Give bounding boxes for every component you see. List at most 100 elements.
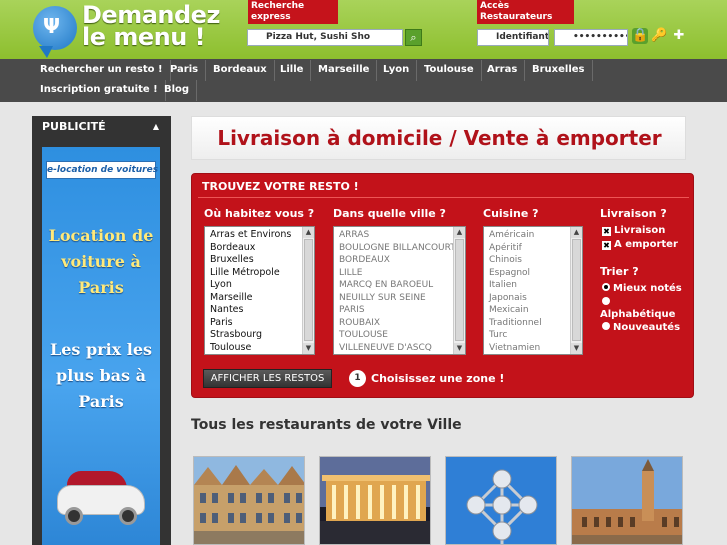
list-item[interactable]: Apéritif: [484, 242, 582, 255]
restaurateur-access-label: Accès Restaurateurs: [477, 0, 574, 24]
nav-item-toulouse[interactable]: Toulouse: [417, 60, 482, 81]
sort-new-label: Nouveautés: [613, 322, 681, 333]
list-item[interactable]: BOULOGNE BILLANCOURT: [334, 242, 465, 255]
section-title: Tous les restaurants de votre Ville: [191, 417, 462, 433]
sort-best-radio[interactable]: Mieux notés: [602, 283, 682, 294]
ad-banner[interactable]: e-location de voitures Location de voitu…: [42, 147, 160, 545]
sidebar-ad-header[interactable]: PUBLICITÉ ▲: [32, 116, 171, 138]
ad-subline: Les prix les plus bas à Paris: [49, 340, 153, 411]
list-item[interactable]: MARCQ EN BAROEUL: [334, 279, 465, 292]
list-item[interactable]: TOULOUSE: [334, 329, 465, 342]
banner-text: Livraison à domicile / Vente à emporter: [217, 126, 662, 150]
cuisine-scrollbar[interactable]: ▲ ▼: [570, 227, 582, 354]
list-item[interactable]: ROUBAIX: [334, 317, 465, 330]
list-item[interactable]: LILLE: [334, 267, 465, 280]
cuisine-listbox[interactable]: Américain Apéritif Chinois Espagnol Ital…: [483, 226, 583, 355]
radio-icon: [602, 322, 610, 330]
list-item[interactable]: BORDEAUX: [334, 254, 465, 267]
list-item[interactable]: Japonais: [484, 292, 582, 305]
list-item[interactable]: Turc: [484, 329, 582, 342]
list-item[interactable]: Marseille: [205, 292, 314, 305]
nav-item-arras[interactable]: Arras: [480, 60, 526, 81]
emporter-label: A emporter: [614, 239, 678, 250]
list-item[interactable]: Paris: [205, 317, 314, 330]
list-item[interactable]: Lyon: [205, 279, 314, 292]
sort-best-label: Mieux notés: [613, 283, 682, 294]
lock-icon[interactable]: 🔒: [632, 28, 648, 44]
list-item[interactable]: Bruxelles: [205, 254, 314, 267]
show-restaurants-button[interactable]: AFFICHER LES RESTOS: [203, 369, 332, 388]
ad-headline: Location de voiture à Paris: [48, 226, 154, 297]
radio-selected-icon: [602, 283, 610, 291]
city-photo-lille[interactable]: [571, 456, 683, 545]
site-logo[interactable]: Demandez le menu !: [82, 3, 220, 49]
finder-title: TROUVEZ VOTRE RESTO !: [202, 180, 359, 193]
add-user-icon[interactable]: ✚: [671, 28, 687, 44]
list-item[interactable]: Américain: [484, 227, 582, 242]
nav-item-blog[interactable]: Blog: [157, 80, 198, 101]
list-item[interactable]: Vietnamien: [484, 342, 582, 355]
restaurant-finder: TROUVEZ VOTRE RESTO ! Où habitez vous ? …: [191, 173, 694, 398]
sort-new-radio[interactable]: Nouveautés: [602, 322, 680, 333]
zone-scrollbar[interactable]: ▲ ▼: [302, 227, 314, 354]
city-scrollbar[interactable]: ▲ ▼: [453, 227, 465, 354]
nav-item-paris[interactable]: Paris: [163, 60, 207, 81]
search-submit-button[interactable]: ⌕: [405, 29, 422, 46]
cuisine-label: Cuisine ?: [483, 207, 539, 220]
list-item[interactable]: NEUILLY SUR SEINE: [334, 292, 465, 305]
livraison-checkbox[interactable]: ✖ Livraison: [602, 225, 665, 236]
radio-icon: [602, 297, 610, 305]
sidebar-ad-title: PUBLICITÉ: [42, 120, 106, 133]
nav-item-bruxelles[interactable]: Bruxelles: [525, 60, 593, 81]
city-photo-bruxelles[interactable]: [445, 456, 557, 545]
nav-item-search[interactable]: Rechercher un resto !: [33, 60, 171, 81]
checkbox-checked-icon: ✖: [602, 241, 611, 250]
login-username-input[interactable]: Identifiant: [477, 29, 549, 46]
ad-logo: e-location de voitures: [46, 161, 158, 179]
delivery-banner: Livraison à domicile / Vente à emporter: [191, 116, 686, 160]
list-item[interactable]: Espagnol: [484, 267, 582, 280]
main-nav: Rechercher un resto ! Paris Bordeaux Lil…: [0, 59, 727, 102]
livraison-label: Livraison: [614, 225, 666, 236]
login-password-input[interactable]: ••••••••••: [554, 29, 628, 46]
list-item[interactable]: Bordeaux: [205, 242, 314, 255]
zone-listbox[interactable]: Arras et Environs Bordeaux Bruxelles Lil…: [204, 226, 315, 355]
step-instruction: Choisissez une zone !: [371, 372, 505, 385]
list-item[interactable]: Italien: [484, 279, 582, 292]
list-item[interactable]: PARIS: [334, 304, 465, 317]
list-item[interactable]: Toulouse: [205, 342, 314, 355]
nav-item-marseille[interactable]: Marseille: [311, 60, 378, 81]
sort-alpha-radio[interactable]: [602, 297, 613, 308]
nav-item-lille[interactable]: Lille: [273, 60, 312, 81]
list-item[interactable]: Strasbourg: [205, 329, 314, 342]
list-item[interactable]: Chinois: [484, 254, 582, 267]
city-listbox[interactable]: ARRAS BOULOGNE BILLANCOURT BORDEAUX LILL…: [333, 226, 466, 355]
site-header: Ψ Demandez le menu ! Recherche express ⌕…: [0, 0, 727, 59]
city-photo-arras[interactable]: [193, 456, 305, 545]
step-number-badge: 1: [349, 370, 366, 387]
car-image: [53, 467, 149, 525]
emporter-checkbox[interactable]: ✖ A emporter: [602, 239, 678, 250]
list-item[interactable]: Traditionnel: [484, 317, 582, 330]
express-search-input[interactable]: Pizza Hut, Sushi Sho: [247, 29, 403, 46]
logo-icon[interactable]: Ψ: [33, 6, 77, 58]
finder-divider: [198, 197, 689, 198]
keys-help-icon[interactable]: 🔑: [651, 28, 667, 44]
list-item[interactable]: Nantes: [205, 304, 314, 317]
logo-line2: le menu !: [82, 23, 206, 51]
nav-item-bordeaux[interactable]: Bordeaux: [206, 60, 275, 81]
city-photo-bordeaux[interactable]: [319, 456, 431, 545]
list-item[interactable]: Mexicain: [484, 304, 582, 317]
list-item[interactable]: ARRAS: [334, 227, 465, 242]
list-item[interactable]: VILLENEUVE D'ASCQ: [334, 342, 465, 355]
delivery-label: Livraison ?: [600, 207, 667, 220]
list-item[interactable]: Lille Métropole: [205, 267, 314, 280]
ad-panel: e-location de voitures Location de voitu…: [32, 138, 171, 545]
zone-label: Où habitez vous ?: [204, 207, 315, 220]
nav-item-inscription[interactable]: Inscription gratuite !: [33, 80, 166, 101]
collapse-arrow-icon[interactable]: ▲: [153, 116, 159, 138]
list-item[interactable]: Arras et Environs: [205, 227, 314, 242]
sort-alpha-label: Alphabétique: [600, 309, 676, 320]
nav-item-lyon[interactable]: Lyon: [376, 60, 418, 81]
checkbox-checked-icon: ✖: [602, 227, 611, 236]
